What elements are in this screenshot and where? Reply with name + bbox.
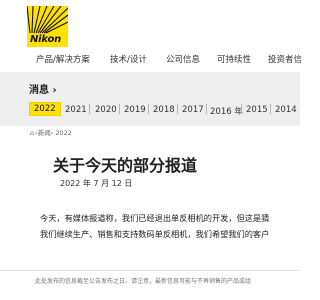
year-tab-2020[interactable]: 2020 [95, 105, 117, 115]
year-filter: 2022 2021 2020 2019 2018 2017 2016 年 201… [0, 100, 300, 118]
breadcrumb: ⌂›新闻› 2022 [30, 127, 72, 137]
footer-divider [0, 270, 300, 271]
year-separator [148, 104, 149, 114]
nav-item-investors[interactable]: 投资者信 [268, 53, 302, 65]
logo-text: Nikon [30, 34, 62, 45]
year-separator [177, 104, 178, 114]
main-navigation: 产品/解决方案 技术/设计 公司信息 可持续性 投资者信 [0, 53, 302, 67]
year-tab-2014[interactable]: 2014 [275, 105, 297, 115]
nav-item-sustainability[interactable]: 可持续性 [217, 53, 251, 65]
year-tab-2017[interactable]: 2017 [182, 105, 204, 115]
breadcrumb-path[interactable]: ›新闻› 2022 [35, 129, 72, 137]
nav-item-company[interactable]: 公司信息 [166, 53, 200, 65]
year-separator [119, 104, 120, 114]
article-title: 关于今天的部分报道 [53, 156, 198, 175]
news-section-title[interactable]: 消息 › [29, 81, 57, 96]
year-tab-2016[interactable]: 2016 年 [210, 105, 243, 117]
nav-item-products[interactable]: 产品/解决方案 [36, 53, 90, 65]
year-tab-2015[interactable]: 2015 [246, 105, 268, 115]
article-date: 2022 年 7 月 12 日 [60, 179, 133, 188]
home-icon[interactable]: ⌂ [30, 129, 34, 137]
year-separator [241, 104, 242, 114]
year-separator [89, 104, 90, 114]
footer-note: 此处发布的信息截至公告发布之日。请注意，最新信息可能与不再销售的产品或组 [35, 278, 252, 285]
nikon-logo[interactable]: Nikon [27, 6, 68, 47]
article-paragraph-line: 我们继续生产、销售和支持数码单反相机，我们希望我们的客户 [40, 229, 270, 239]
year-tab-2019[interactable]: 2019 [124, 105, 146, 115]
year-tab-2022[interactable]: 2022 [29, 102, 61, 116]
year-separator [206, 104, 207, 114]
nav-item-technology[interactable]: 技术/设计 [110, 53, 147, 65]
article-paragraph-line: 今天，有媒体报道称，我们已经退出单反相机的开发，但这是猜 [40, 213, 270, 223]
year-tab-2018[interactable]: 2018 [153, 105, 175, 115]
chevron-right-icon: › [52, 85, 57, 96]
year-separator [270, 104, 271, 114]
year-tab-2021[interactable]: 2021 [65, 105, 87, 115]
